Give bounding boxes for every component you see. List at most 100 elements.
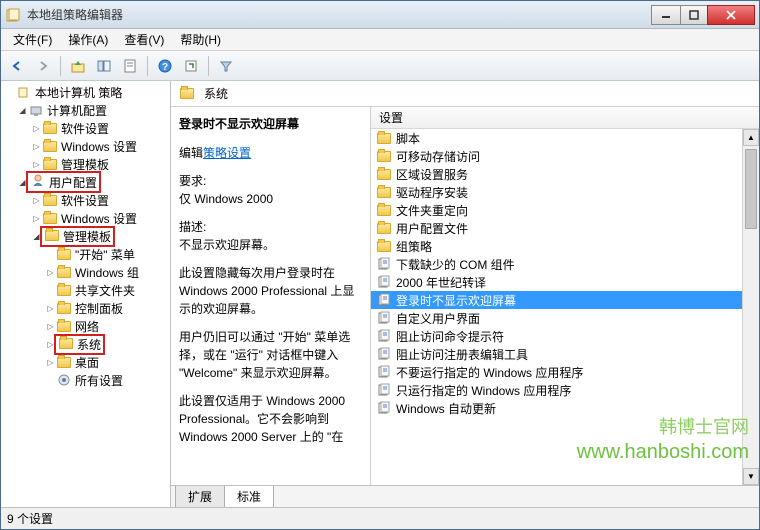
menubar: 文件(F) 操作(A) 查看(V) 帮助(H) — [1, 29, 759, 51]
list-item[interactable]: 组策略 — [371, 237, 759, 255]
list-item-label: 自定义用户界面 — [396, 310, 480, 327]
list-item-label: 阻止访问命令提示符 — [396, 328, 504, 345]
tree-cc-software[interactable]: 软件设置 — [1, 119, 170, 137]
list-item[interactable]: 自定义用户界面 — [371, 309, 759, 327]
menu-view[interactable]: 查看(V) — [116, 29, 172, 50]
list-item-label: 2000 年世纪转译 — [396, 274, 486, 291]
folder-icon — [377, 185, 391, 199]
status-text: 9 个设置 — [7, 510, 53, 527]
minimize-button[interactable] — [651, 5, 681, 25]
setting-icon — [377, 311, 391, 325]
list-item[interactable]: 登录时不显示欢迎屏幕 — [371, 291, 759, 309]
setting-icon — [377, 275, 391, 289]
list-item-label: 登录时不显示欢迎屏幕 — [396, 292, 516, 309]
list-item[interactable]: 2000 年世纪转译 — [371, 273, 759, 291]
menu-file[interactable]: 文件(F) — [5, 29, 60, 50]
edit-policy-link[interactable]: 策略设置 — [203, 146, 251, 160]
tree-system[interactable]: 系统 — [1, 335, 170, 353]
setting-icon — [377, 329, 391, 343]
tree-cc-windows[interactable]: Windows 设置 — [1, 137, 170, 155]
list-item[interactable]: 阻止访问命令提示符 — [371, 327, 759, 345]
setting-icon — [377, 365, 391, 379]
list-item-label: 下载缺少的 COM 组件 — [396, 256, 515, 273]
setting-icon — [377, 347, 391, 361]
folder-icon — [179, 87, 195, 101]
setting-icon — [377, 383, 391, 397]
list-item-label: 区域设置服务 — [396, 166, 468, 183]
list-item[interactable]: 只运行指定的 Windows 应用程序 — [371, 381, 759, 399]
tab-standard[interactable]: 标准 — [224, 486, 274, 507]
list-item[interactable]: 用户配置文件 — [371, 219, 759, 237]
settings-list-panel: 设置 脚本可移动存储访问区域设置服务驱动程序安装文件夹重定向用户配置文件组策略下… — [371, 107, 759, 485]
list-item[interactable]: 文件夹重定向 — [371, 201, 759, 219]
list-item[interactable]: 区域设置服务 — [371, 165, 759, 183]
toolbar: ? — [1, 51, 759, 81]
setting-icon — [377, 257, 391, 271]
scroll-thumb[interactable] — [745, 149, 757, 229]
list-item[interactable]: 不要运行指定的 Windows 应用程序 — [371, 363, 759, 381]
window-title: 本地组策略编辑器 — [27, 6, 651, 23]
list-scrollbar[interactable]: ▲ ▼ — [742, 129, 759, 485]
folder-icon — [377, 149, 391, 163]
menu-help[interactable]: 帮助(H) — [172, 29, 229, 50]
export-button[interactable] — [179, 54, 203, 78]
properties-button[interactable] — [118, 54, 142, 78]
folder-icon — [377, 239, 391, 253]
setting-icon — [377, 293, 391, 307]
right-header: 系统 — [171, 81, 759, 107]
list-item-label: 不要运行指定的 Windows 应用程序 — [396, 364, 583, 381]
description-panel: 登录时不显示欢迎屏幕 编辑策略设置 要求:仅 Windows 2000 描述:不… — [171, 107, 371, 485]
list-item-label: 组策略 — [396, 238, 432, 255]
folder-icon — [377, 221, 391, 235]
tree-win-components[interactable]: Windows 组 — [1, 263, 170, 281]
tree-uc-software[interactable]: 软件设置 — [1, 191, 170, 209]
list-item-label: Windows 自动更新 — [396, 400, 496, 417]
tree-uc-windows[interactable]: Windows 设置 — [1, 209, 170, 227]
folder-icon — [377, 131, 391, 145]
forward-button[interactable] — [31, 54, 55, 78]
list-item-label: 可移动存储访问 — [396, 148, 480, 165]
bottom-tabs: 扩展 标准 — [171, 485, 759, 507]
list-item[interactable]: 驱动程序安装 — [371, 183, 759, 201]
right-header-title: 系统 — [204, 85, 228, 102]
maximize-button[interactable] — [680, 5, 708, 25]
filter-button[interactable] — [214, 54, 238, 78]
up-button[interactable] — [66, 54, 90, 78]
help-button[interactable]: ? — [153, 54, 177, 78]
list-item-label: 用户配置文件 — [396, 220, 468, 237]
list-item[interactable]: Windows 自动更新 — [371, 399, 759, 417]
list-item-label: 驱动程序安装 — [396, 184, 468, 201]
list-item-label: 文件夹重定向 — [396, 202, 468, 219]
tree-user-config[interactable]: 用户配置 — [1, 173, 170, 191]
tree-uc-admin[interactable]: 管理模板 — [1, 227, 170, 245]
svg-text:?: ? — [162, 62, 168, 73]
list-item[interactable]: 阻止访问注册表编辑工具 — [371, 345, 759, 363]
tree-computer-config[interactable]: 计算机配置 — [1, 101, 170, 119]
tree-start-menu[interactable]: "开始" 菜单 — [1, 245, 170, 263]
tree-desktop[interactable]: 桌面 — [1, 353, 170, 371]
tree-root[interactable]: 本地计算机 策略 — [1, 83, 170, 101]
list-item-label: 阻止访问注册表编辑工具 — [396, 346, 528, 363]
folder-icon — [377, 167, 391, 181]
list-item-label: 只运行指定的 Windows 应用程序 — [396, 382, 571, 399]
tab-extended[interactable]: 扩展 — [175, 486, 225, 507]
close-button[interactable] — [707, 5, 755, 25]
list-item[interactable]: 脚本 — [371, 129, 759, 147]
app-icon — [5, 7, 21, 23]
statusbar: 9 个设置 — [1, 507, 759, 529]
show-hide-tree-button[interactable] — [92, 54, 116, 78]
column-header-setting[interactable]: 设置 — [371, 107, 759, 129]
menu-action[interactable]: 操作(A) — [60, 29, 116, 50]
tree-all-settings[interactable]: 所有设置 — [1, 371, 170, 389]
tree-network[interactable]: 网络 — [1, 317, 170, 335]
scroll-up-button[interactable]: ▲ — [743, 129, 759, 146]
back-button[interactable] — [5, 54, 29, 78]
tree-control-panel[interactable]: 控制面板 — [1, 299, 170, 317]
list-item[interactable]: 可移动存储访问 — [371, 147, 759, 165]
list-item[interactable]: 下载缺少的 COM 组件 — [371, 255, 759, 273]
list-item-label: 脚本 — [396, 130, 420, 147]
tree-panel: 本地计算机 策略 计算机配置 软件设置 Windows 设置 管理模板 用户配置… — [1, 81, 171, 507]
tree-shared-folders[interactable]: 共享文件夹 — [1, 281, 170, 299]
scroll-down-button[interactable]: ▼ — [743, 468, 759, 485]
folder-icon — [377, 203, 391, 217]
